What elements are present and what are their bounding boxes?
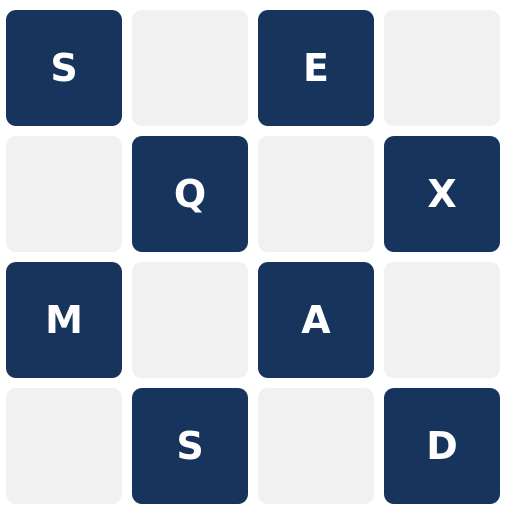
tile-r1-c2[interactable]	[132, 10, 248, 126]
tile-r3-c4[interactable]	[384, 262, 500, 378]
letter-grid-board: S E Q X M A S D	[6, 10, 501, 504]
tile-r4-c3[interactable]	[258, 388, 374, 504]
tile-r2-c3[interactable]	[258, 136, 374, 252]
tile-r4-c2[interactable]: S	[132, 388, 248, 504]
tile-r2-c4[interactable]: X	[384, 136, 500, 252]
tile-letter: X	[427, 172, 457, 216]
tile-r1-c4[interactable]	[384, 10, 500, 126]
tile-letter: A	[301, 298, 331, 342]
tile-r4-c4[interactable]: D	[384, 388, 500, 504]
tile-r1-c3[interactable]: E	[258, 10, 374, 126]
tile-r3-c1[interactable]: M	[6, 262, 122, 378]
tile-r2-c2[interactable]: Q	[132, 136, 248, 252]
tile-r4-c1[interactable]	[6, 388, 122, 504]
tile-r1-c1[interactable]: S	[6, 10, 122, 126]
tile-r2-c1[interactable]	[6, 136, 122, 252]
tile-r3-c3[interactable]: A	[258, 262, 374, 378]
tile-letter: D	[426, 424, 458, 468]
tile-letter: E	[303, 46, 329, 90]
tile-letter: M	[45, 298, 83, 342]
tile-letter: S	[176, 424, 204, 468]
tile-letter: S	[50, 46, 78, 90]
tile-letter: Q	[173, 172, 207, 216]
tile-r3-c2[interactable]	[132, 262, 248, 378]
